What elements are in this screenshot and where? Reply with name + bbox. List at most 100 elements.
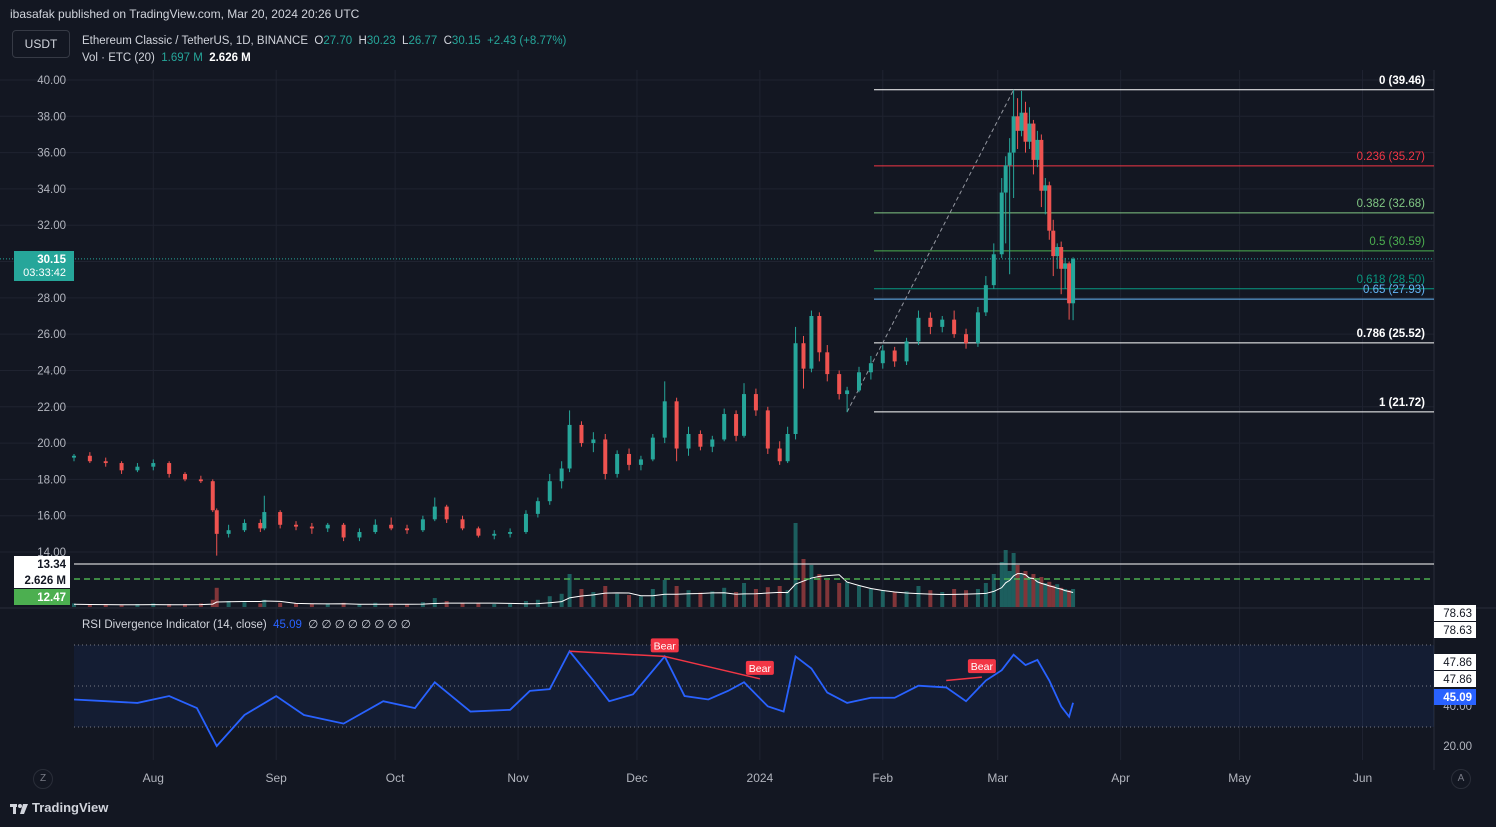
- candle-body: [892, 350, 897, 362]
- volume-bar: [928, 590, 933, 607]
- volume-bar: [294, 603, 299, 607]
- price-chart[interactable]: 0 (39.46) 0.236 (35.27) 0.382 (32.68) 0.5 (…: [0, 0, 1496, 827]
- volume-bar: [444, 601, 449, 607]
- candle-body: [638, 459, 643, 465]
- rsi-tick-label: 47.86: [1443, 674, 1472, 686]
- bear-label: Bear: [654, 640, 677, 652]
- volume-bar: [278, 602, 283, 607]
- volume-bar: [476, 603, 481, 607]
- price-tick-label: 26.00: [37, 329, 66, 341]
- candle-body: [567, 424, 572, 469]
- candle-body: [880, 350, 885, 364]
- volume-tag-3: 12.47: [37, 592, 66, 604]
- volume-ma-line: [73, 573, 1074, 606]
- volume-bar: [753, 589, 758, 607]
- time-tick-label: Dec: [626, 771, 647, 785]
- volume-bar: [627, 595, 632, 607]
- time-tick-label: Mar: [987, 771, 1008, 785]
- candle-body: [999, 192, 1004, 255]
- candle-body: [825, 352, 830, 375]
- candle-body: [258, 522, 263, 529]
- time-tick-label: Jun: [1353, 771, 1372, 785]
- volume-value-a: 1.697 M: [161, 52, 203, 64]
- candle-body: [1027, 123, 1032, 142]
- bear-label: Bear: [749, 663, 772, 675]
- ohlc-low: 26.77: [408, 35, 438, 47]
- candle-body: [294, 524, 299, 527]
- fib-level-label: 0.382 (32.68): [1357, 198, 1426, 210]
- candle-body: [837, 374, 842, 395]
- candle-body: [1043, 185, 1048, 191]
- volume-bar: [999, 562, 1004, 607]
- candle-body: [785, 434, 790, 462]
- rsi-tick-label: 78.63: [1443, 625, 1472, 637]
- volume-bar: [1051, 585, 1056, 607]
- candles: [72, 89, 1076, 556]
- candle-body: [801, 343, 806, 369]
- candle-body: [535, 501, 540, 514]
- log-scale-button[interactable]: Z: [33, 769, 53, 789]
- candle-body: [742, 394, 747, 436]
- auto-scale-button[interactable]: A: [1451, 769, 1471, 789]
- volume-bar: [856, 586, 861, 607]
- volume-bar: [309, 604, 314, 607]
- volume-bar: [825, 580, 830, 607]
- volume-bar: [880, 590, 885, 607]
- candle-body: [1047, 185, 1052, 231]
- time-tick-label: 2024: [747, 771, 774, 785]
- rsi-tick-label: 20.00: [1443, 741, 1472, 753]
- volume-tag-1: 13.34: [37, 559, 66, 571]
- volume-bar: [765, 587, 770, 607]
- rsi-tick-label: 47.86: [1443, 657, 1472, 669]
- time-tick-label: Aug: [143, 771, 164, 785]
- candle-body: [777, 448, 782, 462]
- candle-body: [1007, 152, 1012, 166]
- candle-body: [476, 528, 481, 536]
- candle-body: [734, 414, 739, 436]
- volume-bar: [916, 586, 921, 607]
- volume-bar: [1067, 590, 1072, 607]
- candle-body: [119, 463, 124, 471]
- candle-body: [226, 530, 231, 534]
- volume-bar: [508, 604, 513, 607]
- tradingview-logo[interactable]: TradingView: [10, 800, 108, 815]
- candle-body: [952, 319, 957, 335]
- candle-body: [183, 473, 188, 480]
- candle-body: [357, 532, 362, 538]
- volume-bar: [793, 523, 798, 607]
- candle-body: [710, 439, 715, 447]
- candle-body: [72, 455, 76, 458]
- volume-bar: [242, 602, 247, 607]
- volume-tag-2: 2.626 M: [24, 575, 66, 587]
- candle-body: [1003, 165, 1008, 193]
- rsi-value: 45.09: [273, 619, 302, 631]
- volume-bar: [983, 583, 988, 607]
- currency-button[interactable]: USDT: [12, 30, 70, 58]
- volume-bar: [1063, 589, 1068, 607]
- ohlc-open: 27.70: [323, 35, 353, 47]
- volume-bar: [1015, 565, 1020, 607]
- candle-body: [198, 479, 203, 482]
- ohlc-close: 30.15: [451, 35, 481, 47]
- candle-body: [309, 526, 314, 529]
- time-tick-label: Nov: [507, 771, 528, 785]
- candle-body: [460, 519, 465, 529]
- volume-label: Vol · ETC (20): [82, 52, 155, 64]
- candle-body: [845, 390, 850, 395]
- volume-bar: [214, 587, 219, 607]
- candle-body: [1071, 258, 1076, 304]
- candle-body: [210, 481, 215, 511]
- candle-body: [868, 363, 873, 373]
- volume-bar: [258, 603, 263, 607]
- candle-body: [1059, 247, 1064, 269]
- candle-body: [975, 312, 980, 344]
- candle-body: [420, 519, 425, 531]
- time-tick-label: Feb: [872, 771, 893, 785]
- volume-bar: [615, 593, 620, 607]
- candle-body: [325, 524, 330, 529]
- candle-body: [753, 394, 758, 411]
- candle-body: [278, 512, 283, 525]
- candle-body: [662, 401, 667, 438]
- candle-body: [940, 319, 945, 327]
- candle-body: [1039, 139, 1044, 191]
